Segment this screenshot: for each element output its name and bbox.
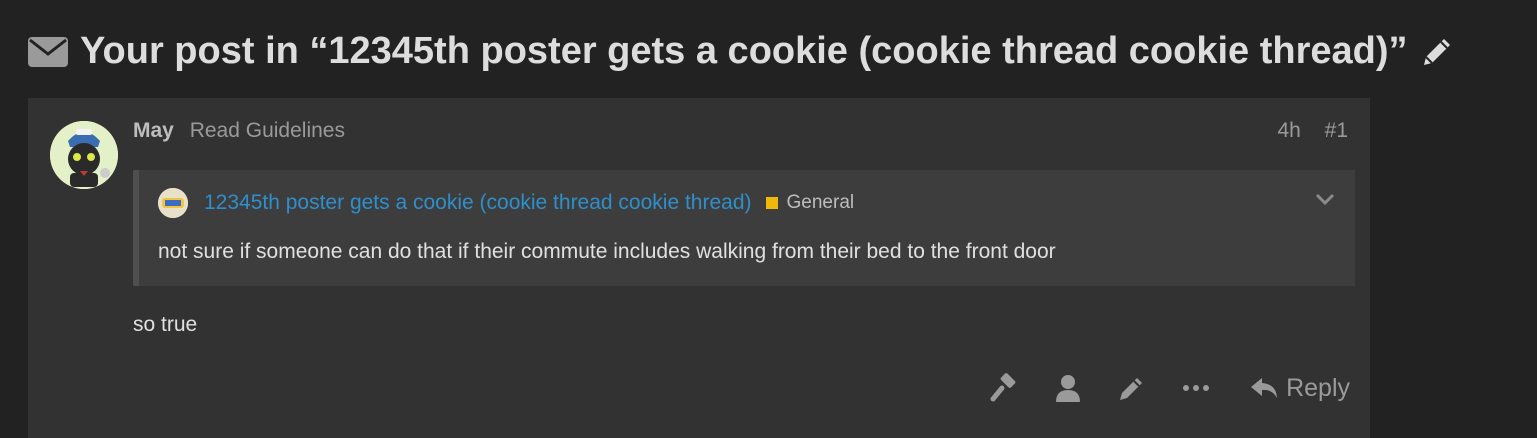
reply-icon [1251, 378, 1278, 398]
user-icon[interactable] [1048, 370, 1088, 406]
envelope-icon [28, 36, 68, 67]
pencil-icon[interactable] [1420, 35, 1454, 69]
quote-text: not sure if someone can do that if their… [158, 240, 1056, 263]
avatar[interactable] [50, 121, 118, 189]
category-color-swatch [765, 197, 778, 209]
post-card: May Read Guidelines 4h #1 12345th poster… [28, 98, 1370, 438]
post-info: 4h #1 [1277, 119, 1348, 143]
pencil-icon[interactable] [1112, 370, 1152, 406]
ellipsis-icon[interactable] [1176, 370, 1216, 406]
username[interactable]: May [133, 119, 174, 142]
post-actions: Reply [960, 370, 1350, 406]
page-title: Your post in “12345th poster gets a cook… [80, 30, 1408, 72]
quote-avatar [158, 188, 188, 218]
quote-block: 12345th poster gets a cookie (cookie thr… [133, 170, 1355, 286]
quoted-topic-link[interactable]: 12345th poster gets a cookie (cookie thr… [204, 191, 752, 215]
gavel-icon[interactable] [984, 370, 1024, 406]
quote-header: 12345th poster gets a cookie (cookie thr… [158, 188, 854, 218]
category-badge[interactable]: General [787, 192, 855, 214]
post-meta: May Read Guidelines [133, 119, 345, 143]
chevron-down-icon[interactable] [1313, 190, 1337, 208]
post-body: so true [133, 313, 198, 336]
topic-title-row: Your post in “12345th poster gets a cook… [28, 30, 1454, 73]
reply-button[interactable]: Reply [1250, 374, 1350, 403]
post-number[interactable]: #1 [1325, 119, 1348, 142]
user-title: Read Guidelines [189, 119, 345, 142]
post-age[interactable]: 4h [1277, 119, 1300, 142]
reply-label: Reply [1286, 373, 1350, 402]
